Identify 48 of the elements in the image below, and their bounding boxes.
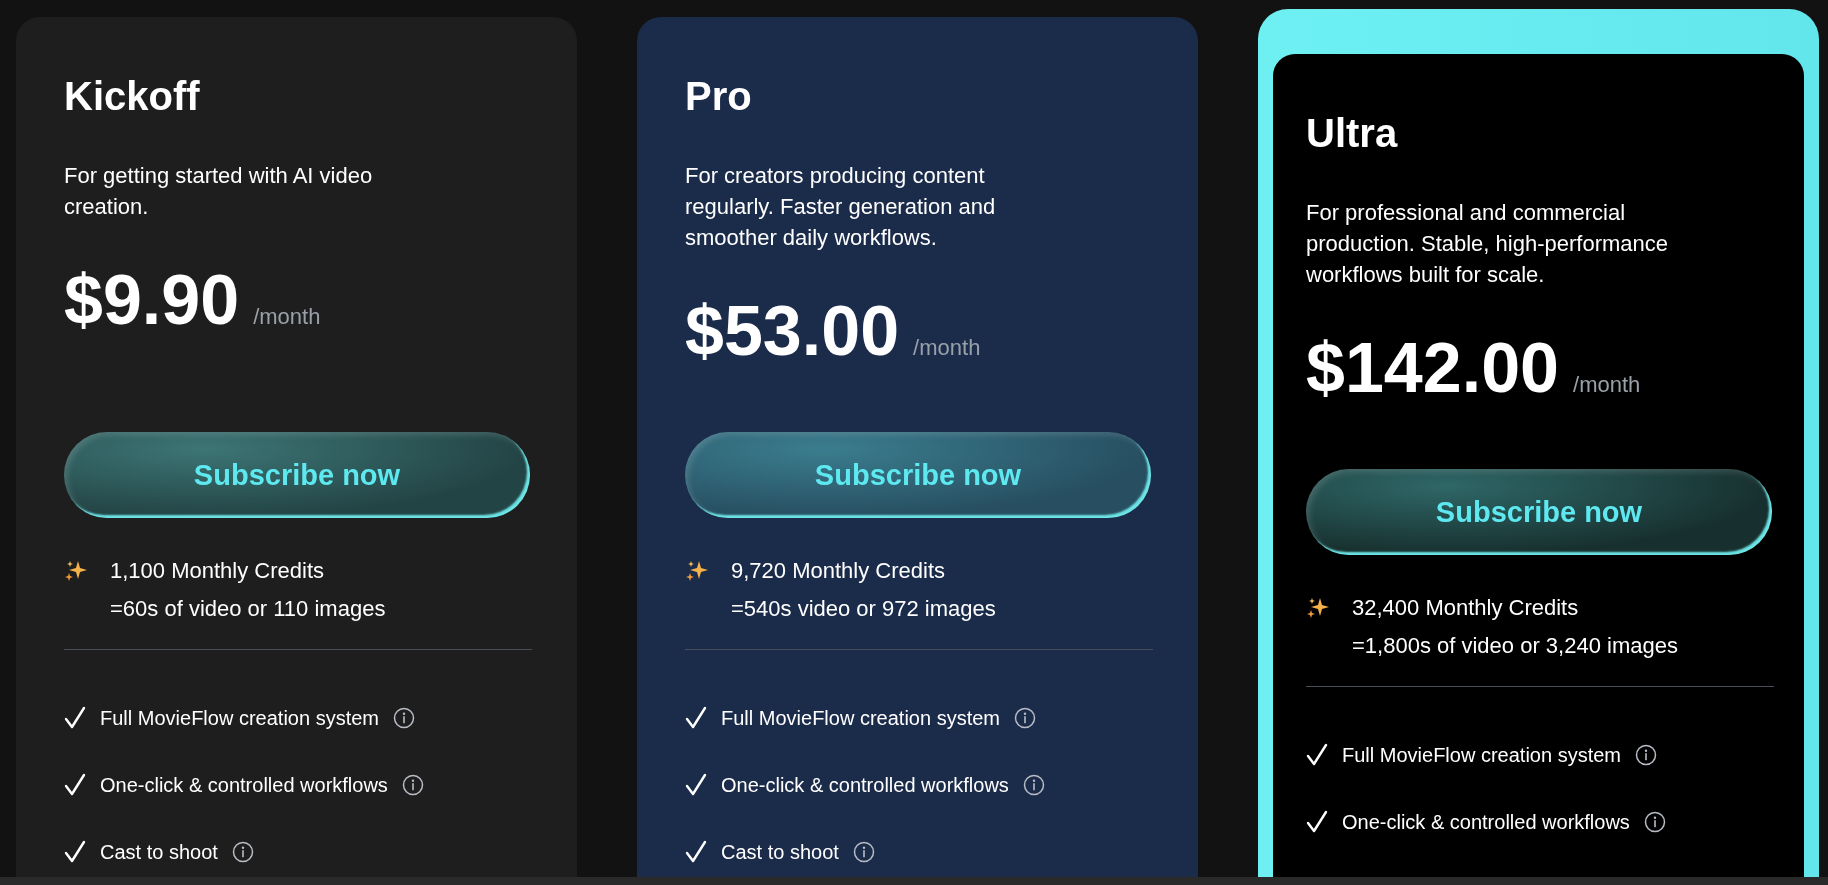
check-icon [64, 706, 86, 730]
subscribe-button[interactable]: Subscribe now [1306, 469, 1772, 555]
credits-equivalent: =540s video or 972 images [731, 595, 996, 623]
price-period: /month [1573, 372, 1641, 398]
sparkle-icon [685, 559, 709, 583]
plan-description: For creators producing content regularly. Faster generation and smoother daily workflows. [685, 162, 997, 252]
price: $53.00 [685, 291, 900, 371]
feature-text: Cast to shoot [100, 840, 218, 864]
feature-text: Cast to shoot [721, 840, 839, 864]
subscribe-button[interactable]: Subscribe now [64, 432, 530, 518]
price-period: /month [253, 304, 321, 330]
info-icon[interactable] [1634, 744, 1657, 766]
check-icon [64, 773, 86, 797]
plan-name: Pro [685, 73, 753, 120]
feature-text: One-click & controlled workflows [1342, 810, 1630, 834]
check-icon [685, 773, 707, 797]
price: $9.90 [64, 260, 240, 340]
sparkle-icon [64, 559, 88, 583]
info-icon[interactable] [1643, 811, 1666, 833]
plan-name: Kickoff [64, 73, 201, 120]
credits-equivalent: =1,800s of video or 3,240 images [1352, 632, 1678, 660]
info-icon[interactable] [401, 774, 424, 796]
plan-description: For getting started with AI video creation. [64, 162, 374, 221]
credits-equivalent: =60s of video or 110 images [110, 595, 386, 623]
feature-text: Full MovieFlow creation system [100, 706, 379, 730]
feature-text: One-click & controlled workflows [721, 773, 1009, 797]
feature-text: One-click & controlled workflows [100, 773, 388, 797]
feature-text: Full MovieFlow creation system [1342, 743, 1621, 767]
check-icon [685, 840, 707, 864]
sparkle-icon [1306, 596, 1330, 620]
monthly-credits: 32,400 Monthly Credits [1352, 594, 1580, 622]
subscribe-button[interactable]: Subscribe now [685, 432, 1151, 518]
check-icon [1306, 743, 1328, 767]
check-icon [685, 706, 707, 730]
price-period: /month [913, 335, 981, 361]
price: $142.00 [1306, 328, 1560, 408]
check-icon [1306, 810, 1328, 834]
check-icon [64, 840, 86, 864]
info-icon[interactable] [392, 707, 415, 729]
monthly-credits: 9,720 Monthly Credits [731, 557, 946, 585]
info-icon[interactable] [1013, 707, 1036, 729]
feature-text: Full MovieFlow creation system [721, 706, 1000, 730]
plan-description: For professional and commercial production. Stable, high-performance workflows built for scale. [1306, 199, 1669, 289]
monthly-credits: 1,100 Monthly Credits [110, 557, 325, 585]
info-icon[interactable] [231, 841, 254, 863]
plan-name: Ultra [1306, 110, 1399, 157]
info-icon[interactable] [1022, 774, 1045, 796]
info-icon[interactable] [852, 841, 875, 863]
